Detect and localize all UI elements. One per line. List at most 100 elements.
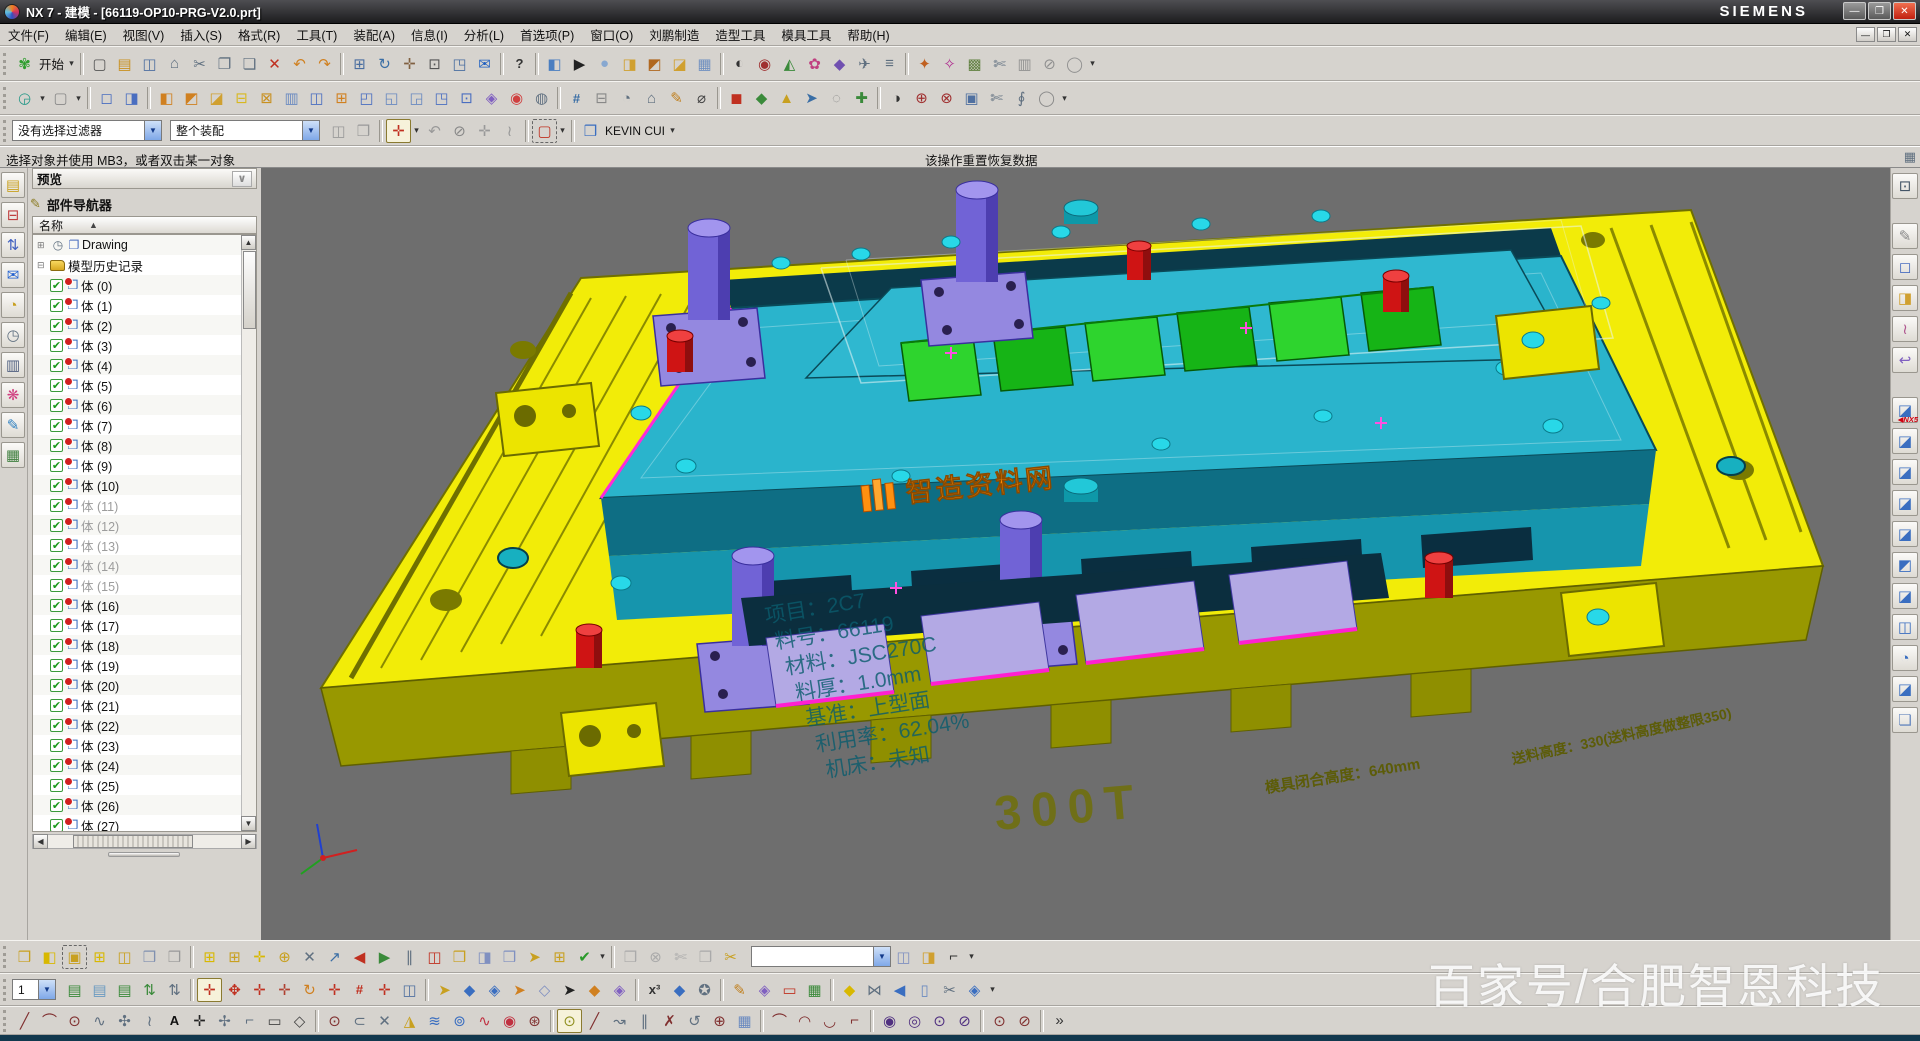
graphics-window[interactable]: 项目：2C7 料号：66119 材料：JSC270C 料厚：1.0mm 基准：上…	[261, 168, 1890, 940]
toolbar-icon[interactable]: ✛	[247, 978, 272, 1002]
tree-item[interactable]: ✔ ◷ ❐ ❒ 体 (15)	[33, 575, 241, 595]
toolbar-icon[interactable]: ◫	[422, 945, 447, 969]
toolbar-icon[interactable]: ✧	[937, 52, 962, 76]
toolbar-icon[interactable]: ▾	[987, 978, 998, 1002]
toolbar-icon[interactable]: ⊕	[707, 1009, 732, 1033]
toolbar-icon[interactable]: ✥	[222, 978, 247, 1002]
tree-item[interactable]: ✔ ◷ ❐ ❒ 体 (14)	[33, 555, 241, 575]
toolbar-icon[interactable]: ◆	[667, 978, 692, 1002]
scroll-up-button[interactable]: ▲	[241, 235, 256, 250]
toolbar-icon[interactable]: ◨	[617, 52, 642, 76]
toolbar-icon[interactable]: ◉	[497, 1009, 522, 1033]
constraint-navigator-icon[interactable]: ⊟	[1, 202, 25, 228]
toolbar-icon[interactable]: ✗	[657, 1009, 682, 1033]
toolbar-icon[interactable]: ▣	[62, 945, 87, 969]
toolbar-icon[interactable]: ◡	[817, 1009, 842, 1033]
toolbar-icon[interactable]: ⇅	[137, 978, 162, 1002]
checkbox-icon[interactable]: ✔	[50, 819, 63, 832]
toolbar-icon[interactable]: ●	[592, 52, 617, 76]
toolbar-grip[interactable]	[3, 53, 8, 75]
tree-item[interactable]: ✔ ◷ ❐ ❒ 体 (8)	[33, 435, 241, 455]
checkbox-icon[interactable]: ✔	[50, 759, 63, 772]
toolbar-icon[interactable]: ✛	[372, 978, 397, 1002]
checkbox-icon[interactable]: ✔	[50, 599, 63, 612]
toolbar-icon[interactable]: ◈	[607, 978, 632, 1002]
toolbar-icon[interactable]: ▢	[48, 86, 73, 110]
toolbar-icon[interactable]: ⊠	[254, 86, 279, 110]
toolbar-icon[interactable]: ◳	[447, 52, 472, 76]
checkbox-icon[interactable]: ✔	[50, 319, 63, 332]
tree-item[interactable]: ✔ ◷ ❐ ❒ 体 (21)	[33, 695, 241, 715]
tree-item[interactable]: ✔ ◷ ❐ ❒ 体 (22)	[33, 715, 241, 735]
feature-icon[interactable]: ◪	[1892, 459, 1918, 485]
help-icon[interactable]: ?	[507, 52, 532, 76]
toolbar-icon[interactable]: ▯	[912, 978, 937, 1002]
checkbox-icon[interactable]: ✔	[50, 519, 63, 532]
toolbar-icon[interactable]: ✄	[668, 945, 693, 969]
toolbar-icon[interactable]: ⊕	[272, 945, 297, 969]
tree-item[interactable]: ✔ ◷ ❐ ❒ 体 (25)	[33, 775, 241, 795]
fit-view-icon[interactable]: ⊡	[1892, 173, 1918, 199]
selection-scope-combo[interactable]: 整个装配 ▼	[170, 120, 320, 141]
selection-filter-combo[interactable]: 没有选择过滤器 ▼	[12, 120, 162, 141]
hole-icon[interactable]: ◪◀NX5	[1892, 397, 1918, 423]
tree-item[interactable]: ✔ ◷ ❐ ❒ 体 (20)	[33, 675, 241, 695]
toolbar-icon[interactable]: ✕	[372, 1009, 397, 1033]
checkbox-icon[interactable]: ✔	[50, 459, 63, 472]
menu-item[interactable]: 造型工具	[707, 25, 773, 44]
checkbox-icon[interactable]: ✔	[50, 799, 63, 812]
toolbar-icon[interactable]: ❒	[351, 119, 376, 143]
rectangle-icon[interactable]: ▭	[262, 1009, 287, 1033]
toolbar-icon[interactable]: ▾	[411, 119, 422, 143]
tree-item[interactable]: ✔ ◷ ❐ ❒ 体 (11)	[33, 495, 241, 515]
toolbar-icon[interactable]: ⇅	[162, 978, 187, 1002]
system-scenes-icon[interactable]: ▦	[1, 442, 25, 468]
toolbar-icon[interactable]: ◱	[379, 86, 404, 110]
tree-item[interactable]: ✔ ◷ ❐ ❒ 体 (7)	[33, 415, 241, 435]
checkbox-icon[interactable]: ✔	[50, 379, 63, 392]
menu-item[interactable]: 首选项(P)	[512, 25, 582, 44]
toolbar-icon[interactable]: ◼	[724, 86, 749, 110]
menu-item[interactable]: 插入(S)	[172, 25, 230, 44]
toolbar-icon[interactable]: ◳	[429, 86, 454, 110]
line-icon[interactable]: ╱	[12, 1009, 37, 1033]
work-layer-combo[interactable]: 1 ▼	[12, 979, 56, 1000]
toolbar-icon[interactable]: ✄	[987, 52, 1012, 76]
toolbar-icon[interactable]: ◰	[354, 86, 379, 110]
tube-icon[interactable]: ↩	[1892, 347, 1918, 373]
checkbox-icon[interactable]: ✔	[50, 479, 63, 492]
child-restore-button[interactable]: ❐	[1877, 27, 1896, 42]
toolbar-icon[interactable]: ◻	[94, 86, 119, 110]
combo-arrow-icon[interactable]: ▼	[302, 121, 319, 140]
cut-icon[interactable]: ✂	[187, 52, 212, 76]
toolbar-icon[interactable]: ◨	[916, 945, 941, 969]
tree-item[interactable]: ✔ ◷ ❐ ❒ 体 (12)	[33, 515, 241, 535]
toolbar-icon[interactable]: ✂	[718, 945, 743, 969]
overflow-icon[interactable]: »	[1047, 1009, 1072, 1033]
toolbar-icon[interactable]: ✚	[849, 86, 874, 110]
toolbar-icon[interactable]: ▥	[1012, 52, 1037, 76]
menu-item[interactable]: 刘鹏制造	[641, 25, 707, 44]
toolbar-icon[interactable]: ◧	[154, 86, 179, 110]
toolbar-icon[interactable]: ✛	[397, 52, 422, 76]
toolbar-icon[interactable]: ◩	[642, 52, 667, 76]
toolbar-icon[interactable]: ✛	[472, 119, 497, 143]
tree-item[interactable]: ✔ ◷ ❐ ❒ 体 (13)	[33, 535, 241, 555]
scroll-left-button[interactable]: ◀	[33, 834, 48, 849]
tree-item[interactable]: ✔ ◷ ❐ ❒ 体 (4)	[33, 355, 241, 375]
toolbar-icon[interactable]: ✛	[247, 945, 272, 969]
menu-item[interactable]: 格式(R)	[230, 25, 288, 44]
tree-item[interactable]: ✔ ◷ ❐ ❒ 体 (5)	[33, 375, 241, 395]
tree-item[interactable]: ✔ ◷ ❐ ❒ 体 (9)	[33, 455, 241, 475]
toolbar-icon[interactable]: ◌	[824, 86, 849, 110]
toolbar-icon[interactable]: ⌂	[639, 86, 664, 110]
toolbar-icon[interactable]: ◔	[614, 86, 639, 110]
toolbar-icon[interactable]: ⊞	[329, 86, 354, 110]
toolbar-icon[interactable]: ▾	[73, 86, 84, 110]
toolbar-icon[interactable]: ▦	[692, 52, 717, 76]
menu-item[interactable]: 帮助(H)	[839, 25, 897, 44]
checkbox-icon[interactable]: ✔	[50, 299, 63, 312]
toolbar-icon[interactable]: ⌐	[237, 1009, 262, 1033]
toolbar-icon[interactable]: ❒	[693, 945, 718, 969]
toolbar-icon[interactable]: ◆	[837, 978, 862, 1002]
